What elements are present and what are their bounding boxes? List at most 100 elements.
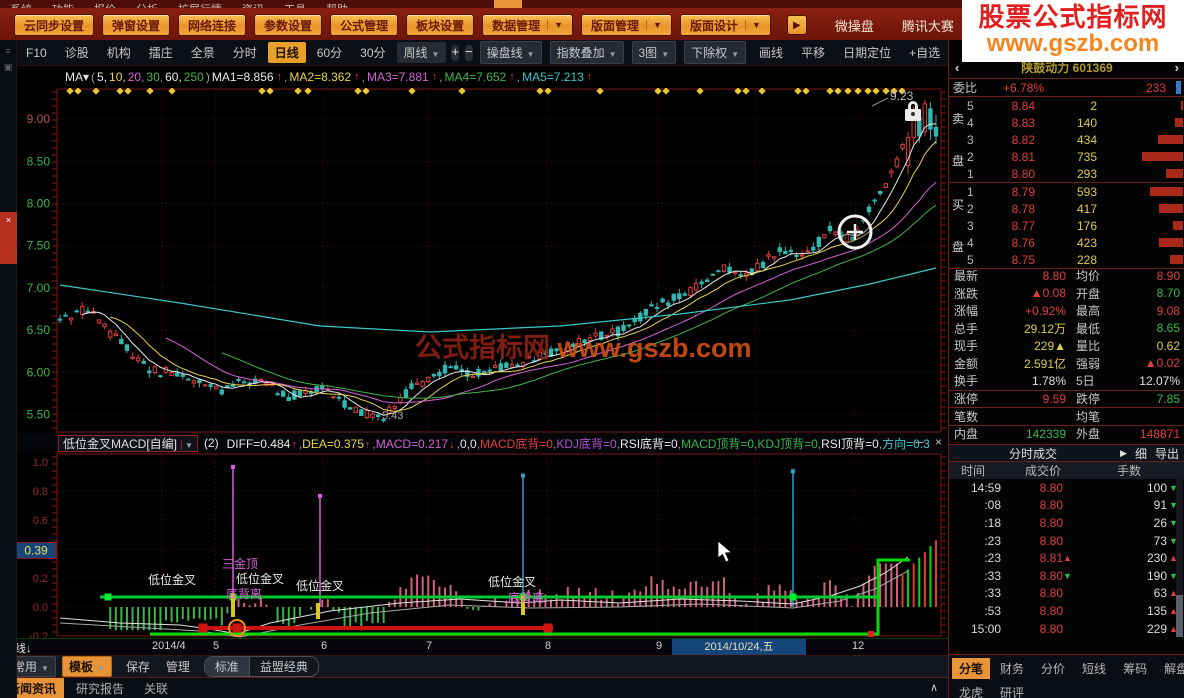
view-tab-机构[interactable]: 机构 bbox=[107, 44, 131, 61]
close-icon[interactable]: × bbox=[935, 435, 942, 449]
chart-dropdown[interactable]: 3图▼ bbox=[632, 41, 677, 64]
chevron-down-icon: ▼ bbox=[181, 441, 193, 450]
order-book-row[interactable]: 58.75228 bbox=[967, 251, 1184, 268]
toolbar-button[interactable]: 板块设置 bbox=[406, 14, 474, 36]
panel-tab-研评[interactable]: 研评 bbox=[993, 682, 1031, 698]
bottom-tool-保存[interactable]: 保存 bbox=[126, 658, 150, 675]
panel-tab-分笔[interactable]: 分笔 bbox=[952, 658, 990, 679]
view-tab-诊股[interactable]: 诊股 bbox=[65, 44, 89, 61]
view-tab-F10[interactable]: F10 bbox=[26, 46, 47, 60]
collapse-icon[interactable]: ∧ bbox=[930, 681, 938, 694]
toolbar-button[interactable]: 参数设置 bbox=[254, 14, 322, 36]
layout-option[interactable]: 益盟经典 bbox=[250, 657, 318, 676]
indicator-pane[interactable]: 1.00.80.60.20.0-0.20.39 低位金叉三金顶低位金叉底背离低位… bbox=[0, 453, 948, 638]
chevron-down-icon[interactable]: ▼ bbox=[547, 20, 563, 30]
ma-dropdown[interactable]: MA▾ bbox=[65, 70, 89, 84]
chart-tool-日期定位[interactable]: 日期定位 bbox=[843, 44, 891, 61]
volume: 2 bbox=[1035, 99, 1097, 113]
period-tab[interactable]: 60分 bbox=[310, 42, 349, 63]
order-book-row[interactable]: 48.83140 bbox=[967, 114, 1184, 131]
menu-item[interactable]: 资讯 bbox=[242, 1, 264, 8]
minimize-icon[interactable]: ─ bbox=[915, 435, 924, 449]
panel-tab-分价[interactable]: 分价 bbox=[1034, 658, 1072, 679]
tick-row[interactable]: :338.8063▲ bbox=[949, 585, 1184, 603]
chart-dropdown[interactable]: 操盘线▼ bbox=[480, 41, 542, 64]
panel-tab-财务[interactable]: 财务 bbox=[993, 658, 1031, 679]
left-red-tab[interactable]: × bbox=[0, 212, 17, 264]
view-tab-全景[interactable]: 全景 bbox=[191, 44, 215, 61]
order-book-row[interactable]: 28.78417 bbox=[967, 200, 1184, 217]
toolbar-dropdown-button[interactable]: 版面管理▼ bbox=[581, 14, 672, 36]
toolbar-button[interactable]: 网络连接 bbox=[178, 14, 246, 36]
chart-tool-+自选[interactable]: +自选 bbox=[909, 44, 940, 61]
tick-row[interactable]: :238.81▲230▲ bbox=[949, 549, 1184, 567]
tick-row[interactable]: :188.8026▼ bbox=[949, 514, 1184, 532]
export-button[interactable]: 导出 bbox=[1155, 445, 1179, 462]
indicator-header: 低位金叉MACD[自编]▼ (2) DIFF=0.484↑,DEA=0.375↑… bbox=[0, 433, 948, 453]
period-week-dropdown[interactable]: 周线▼ bbox=[397, 42, 447, 63]
menu-item[interactable]: 分析 bbox=[136, 1, 158, 8]
candlestick-chart[interactable]: 9.008.508.007.507.006.506.005.509.235.43… bbox=[0, 88, 948, 433]
tick-row[interactable]: 15:008.80229▲ bbox=[949, 620, 1184, 638]
order-book-row[interactable]: 58.842 bbox=[967, 97, 1184, 114]
tick-row[interactable]: :338.80▼190▼ bbox=[949, 567, 1184, 585]
toolbar-dropdown-button[interactable]: 数据管理▼ bbox=[482, 14, 573, 36]
chart-dropdown[interactable]: 下除权▼ bbox=[684, 41, 746, 64]
order-book-row[interactable]: 48.76423 bbox=[967, 234, 1184, 251]
panel-tab-筹码[interactable]: 筹码 bbox=[1116, 658, 1154, 679]
order-book-row[interactable]: 18.80293 bbox=[967, 165, 1184, 182]
period-tab[interactable]: 日线 bbox=[268, 42, 306, 63]
toolbar-button[interactable]: 公式管理 bbox=[330, 14, 398, 36]
ma-param: 60, bbox=[165, 70, 182, 84]
chart-tool-平移[interactable]: 平移 bbox=[801, 44, 825, 61]
tick-row[interactable]: :538.80135▲ bbox=[949, 602, 1184, 620]
tick-row[interactable]: 14:598.80100▼ bbox=[949, 479, 1184, 497]
bottom-tab-研究报告[interactable]: 研究报告 bbox=[68, 678, 132, 698]
order-book-row[interactable]: 28.81735 bbox=[967, 148, 1184, 165]
menu-item[interactable]: 功能 bbox=[52, 1, 74, 8]
chevron-down-icon[interactable]: ▼ bbox=[745, 20, 761, 30]
menu-item[interactable]: 报价 bbox=[94, 1, 116, 8]
toolbar-button[interactable]: 弹窗设置 bbox=[102, 14, 170, 36]
tick-scrollbar[interactable] bbox=[1176, 479, 1183, 637]
timeline-axis[interactable]: 日线↓ 2014/456789122014/10/24,五 bbox=[0, 638, 948, 655]
panel-tab-解盘[interactable]: 解盘 bbox=[1157, 658, 1184, 679]
menu-item[interactable]: 系统 bbox=[10, 1, 32, 8]
menu-item[interactable]: 工具 bbox=[284, 1, 306, 8]
chart-tool-画线[interactable]: 画线 bbox=[759, 44, 783, 61]
layout-option[interactable]: 标准 bbox=[205, 657, 250, 676]
toolbar-expand-arrow[interactable]: ▶ bbox=[787, 15, 807, 35]
indicator-selector[interactable]: 低位金叉MACD[自编]▼ bbox=[58, 435, 198, 452]
zoom-out-button[interactable]: − bbox=[465, 45, 473, 61]
tick-price: 8.80 bbox=[1001, 534, 1063, 548]
toolbar-button[interactable]: 云同步设置 bbox=[14, 14, 94, 36]
order-book-row[interactable]: 38.77176 bbox=[967, 217, 1184, 234]
period-tab[interactable]: 30分 bbox=[353, 42, 392, 63]
play-icon[interactable]: ▶ bbox=[1120, 448, 1127, 459]
tick-table[interactable]: 14:598.80100▼:088.8091▼:188.8026▼:238.80… bbox=[949, 479, 1184, 637]
tick-row[interactable]: :088.8091▼ bbox=[949, 497, 1184, 515]
tick-row[interactable]: :238.8073▼ bbox=[949, 532, 1184, 550]
order-book-row[interactable]: 18.79593 bbox=[967, 183, 1184, 200]
zoom-in-button[interactable]: + bbox=[451, 45, 459, 61]
period-tab[interactable]: 分时 bbox=[226, 42, 264, 63]
chevron-down-icon[interactable]: ▼ bbox=[646, 20, 662, 30]
bottom-tool-管理[interactable]: 管理 bbox=[166, 658, 190, 675]
order-book-row[interactable]: 38.82434 bbox=[967, 131, 1184, 148]
chart-dropdown[interactable]: 指数叠加▼ bbox=[550, 41, 624, 64]
toolbar-dropdown-button[interactable]: 版面设计▼ bbox=[680, 14, 771, 36]
menu-item[interactable]: 帮助 bbox=[326, 1, 348, 8]
toolbar-link[interactable]: 腾讯大赛 bbox=[902, 16, 954, 35]
toolbar-link[interactable]: 微操盘 bbox=[835, 16, 874, 35]
scrollbar-thumb[interactable] bbox=[1176, 81, 1181, 94]
prev-stock-arrow[interactable]: ‹ bbox=[955, 60, 959, 75]
panel-tab-龙虎[interactable]: 龙虎 bbox=[952, 682, 990, 698]
template-dropdown[interactable]: 模板▼ bbox=[62, 656, 112, 677]
panel-tab-短线[interactable]: 短线 bbox=[1075, 658, 1113, 679]
volume-bar bbox=[1175, 118, 1183, 127]
bottom-tab-关联[interactable]: 关联 bbox=[136, 678, 176, 698]
detail-button[interactable]: 细 bbox=[1135, 445, 1147, 462]
arrow-icon: ↓ bbox=[449, 439, 455, 451]
menu-item[interactable]: 扩展行情 bbox=[178, 1, 222, 8]
view-tab-擂庄[interactable]: 擂庄 bbox=[149, 44, 173, 61]
